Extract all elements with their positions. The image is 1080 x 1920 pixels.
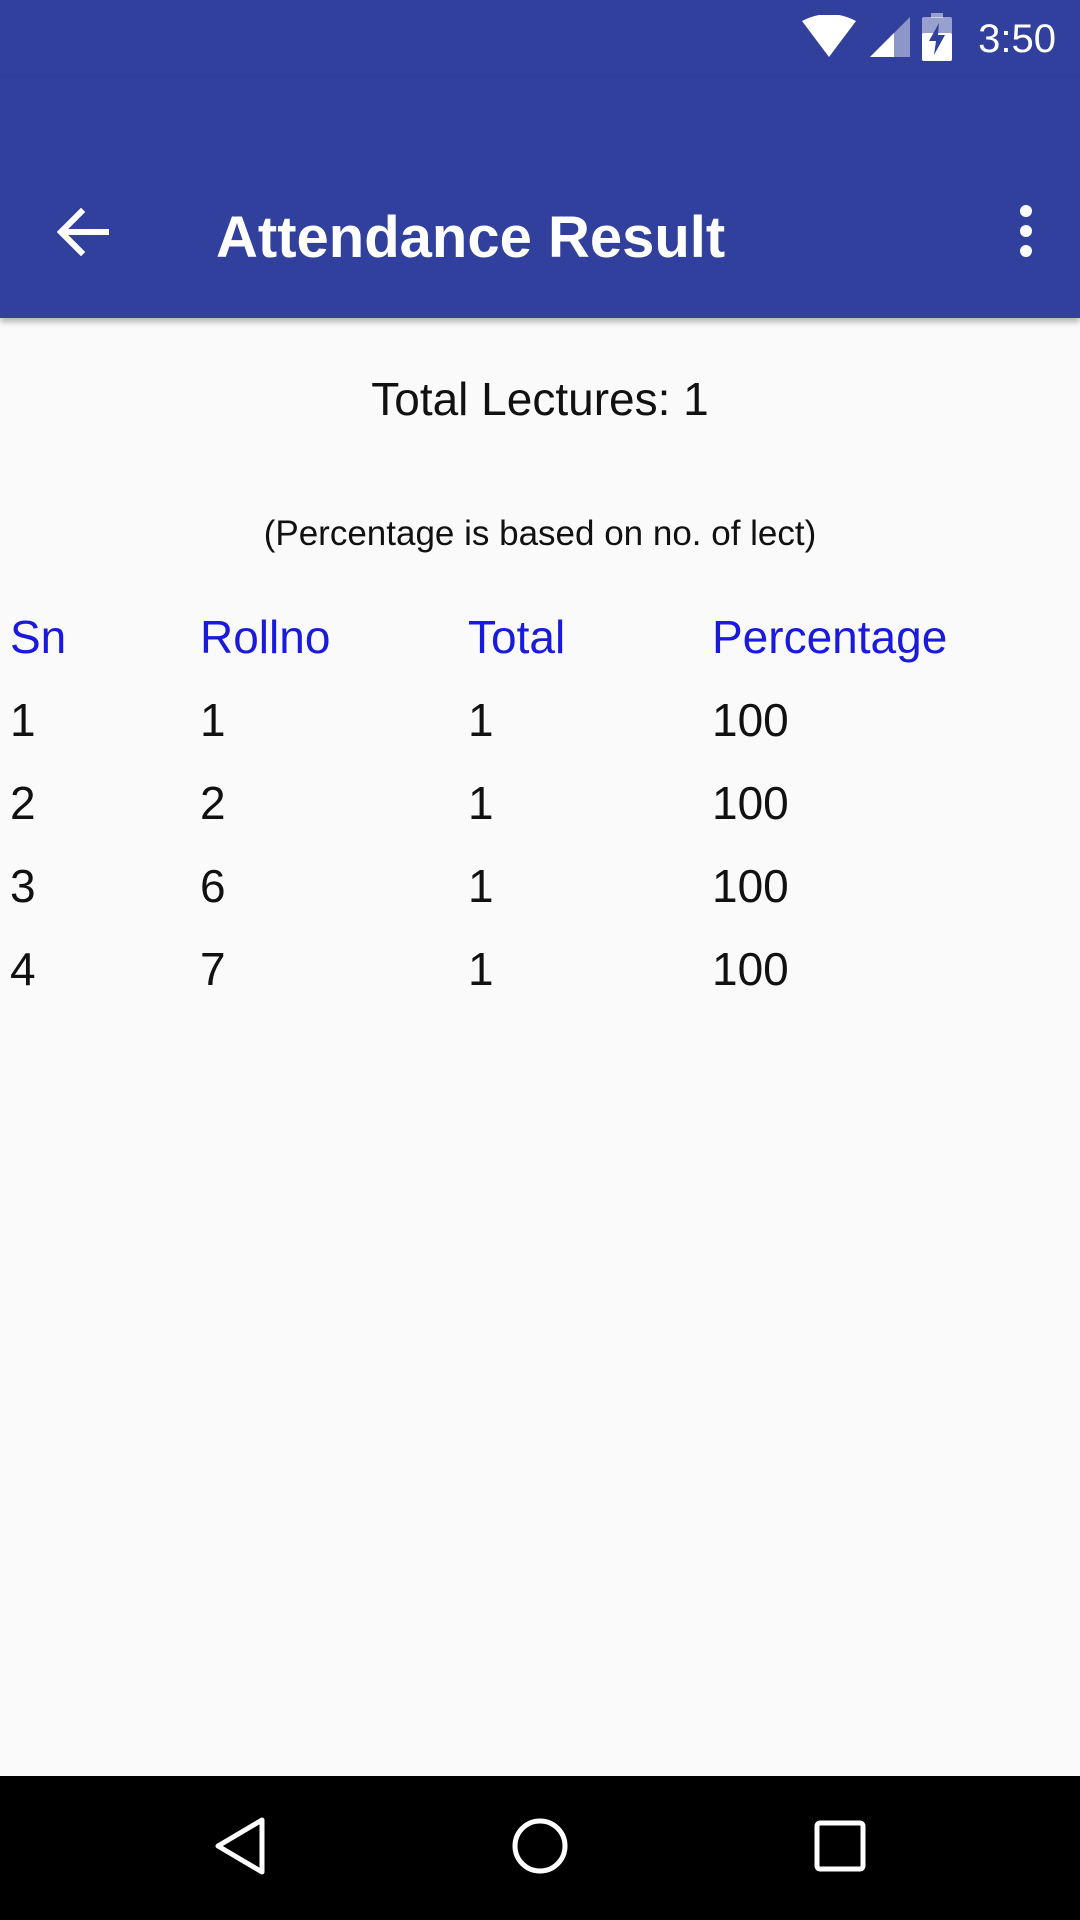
screen: 3:50 Attendance Result Total Lectures: 1…: [0, 0, 1080, 1920]
cell-total: 1: [468, 777, 494, 829]
status-bar: 3:50: [0, 0, 1080, 78]
column-header-percentage: Percentage: [712, 611, 948, 663]
table-row: 3 6 1 100: [10, 859, 1070, 942]
status-time: 3:50: [978, 16, 1056, 61]
table-row: 4 7 1 100: [10, 942, 1070, 1025]
table-header: Sn Rollno Total Percentage: [10, 610, 1070, 693]
cell-sn: 2: [10, 777, 36, 829]
cell-percentage: 100: [712, 943, 789, 995]
wifi-icon: [802, 13, 857, 64]
column-header-sn: Sn: [10, 611, 67, 663]
cell-percentage: 100: [712, 694, 789, 746]
attendance-table: Sn Rollno Total Percentage 1 1 1 100 2 2…: [10, 610, 1070, 1025]
navigation-bar: [0, 1776, 1080, 1920]
cell-rollno: 2: [200, 777, 226, 829]
page-title: Attendance Result: [216, 205, 726, 270]
column-header-total: Total: [468, 611, 566, 663]
recents-square-icon: [812, 1818, 868, 1879]
nav-back-button[interactable]: [200, 1808, 280, 1888]
back-button[interactable]: [40, 198, 126, 270]
cell-sn: 3: [10, 860, 36, 912]
app-bar: Attendance Result: [0, 78, 1080, 318]
cell-total: 1: [468, 943, 494, 995]
arrow-back-icon: [56, 207, 110, 261]
cell-total: 1: [468, 694, 494, 746]
column-header-rollno: Rollno: [200, 611, 331, 663]
nav-recents-button[interactable]: [800, 1808, 880, 1888]
signal-icon: [868, 15, 911, 64]
table-row: 2 2 1 100: [10, 776, 1070, 859]
cell-percentage: 100: [712, 777, 789, 829]
nav-home-button[interactable]: [500, 1808, 580, 1888]
more-vert-icon: [1018, 204, 1034, 262]
cell-rollno: 7: [200, 943, 226, 995]
cell-total: 1: [468, 860, 494, 912]
home-circle-icon: [510, 1816, 570, 1881]
overflow-menu-button[interactable]: [986, 188, 1066, 278]
cell-sn: 1: [10, 694, 36, 746]
cell-rollno: 6: [200, 860, 226, 912]
percentage-note: (Percentage is based on no. of lect): [263, 514, 817, 553]
cell-rollno: 1: [200, 694, 226, 746]
table-row: 1 1 1 100: [10, 693, 1070, 776]
cell-percentage: 100: [712, 860, 789, 912]
battery-charging-icon: [922, 12, 953, 66]
total-lectures: Total Lectures: 1: [371, 373, 709, 425]
status-icons: 3:50: [802, 0, 1056, 78]
cell-sn: 4: [10, 943, 36, 995]
back-triangle-icon: [212, 1816, 268, 1881]
